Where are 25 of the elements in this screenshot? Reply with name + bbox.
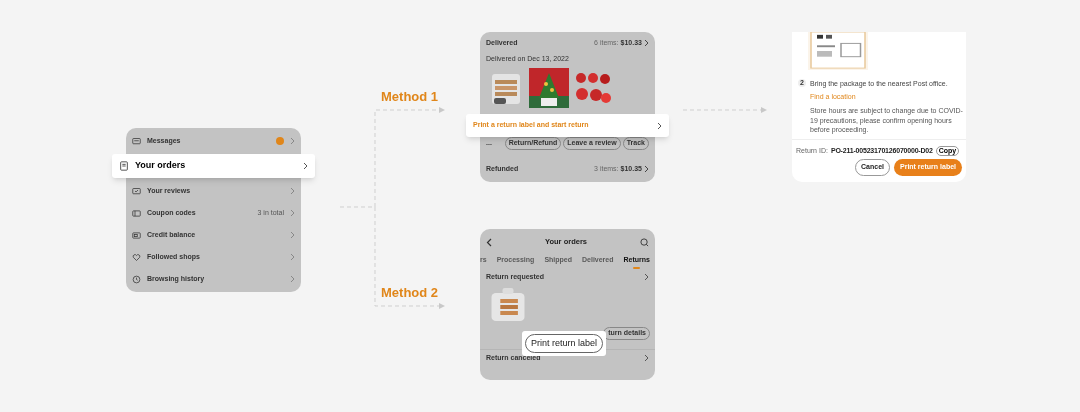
chevron-icon — [290, 209, 295, 217]
menu-label: Your orders — [135, 159, 187, 173]
search-icon — [640, 237, 649, 247]
chevron-icon — [644, 165, 649, 173]
ticket-icon — [132, 208, 141, 218]
chevron-icon — [290, 275, 295, 283]
chevron-icon — [644, 39, 649, 47]
review-icon — [132, 186, 141, 196]
clock-icon — [132, 274, 141, 284]
chevron-icon — [657, 121, 662, 130]
chevron-icon — [290, 187, 295, 195]
method-label: Method 2 — [381, 284, 439, 302]
heart-icon — [132, 252, 141, 262]
chevron-icon — [290, 253, 295, 261]
message-icon — [132, 136, 141, 146]
back-icon — [486, 237, 492, 247]
chevron-icon — [644, 354, 649, 362]
document-icon — [119, 161, 129, 171]
chevron-icon — [303, 162, 308, 170]
chevron-icon — [644, 273, 649, 281]
chevron-icon — [290, 231, 295, 239]
chevron-icon — [290, 137, 295, 145]
menu-item[interactable]: Your orders — [112, 154, 315, 178]
card-icon — [132, 230, 141, 240]
method-label: Method 1 — [381, 88, 439, 106]
